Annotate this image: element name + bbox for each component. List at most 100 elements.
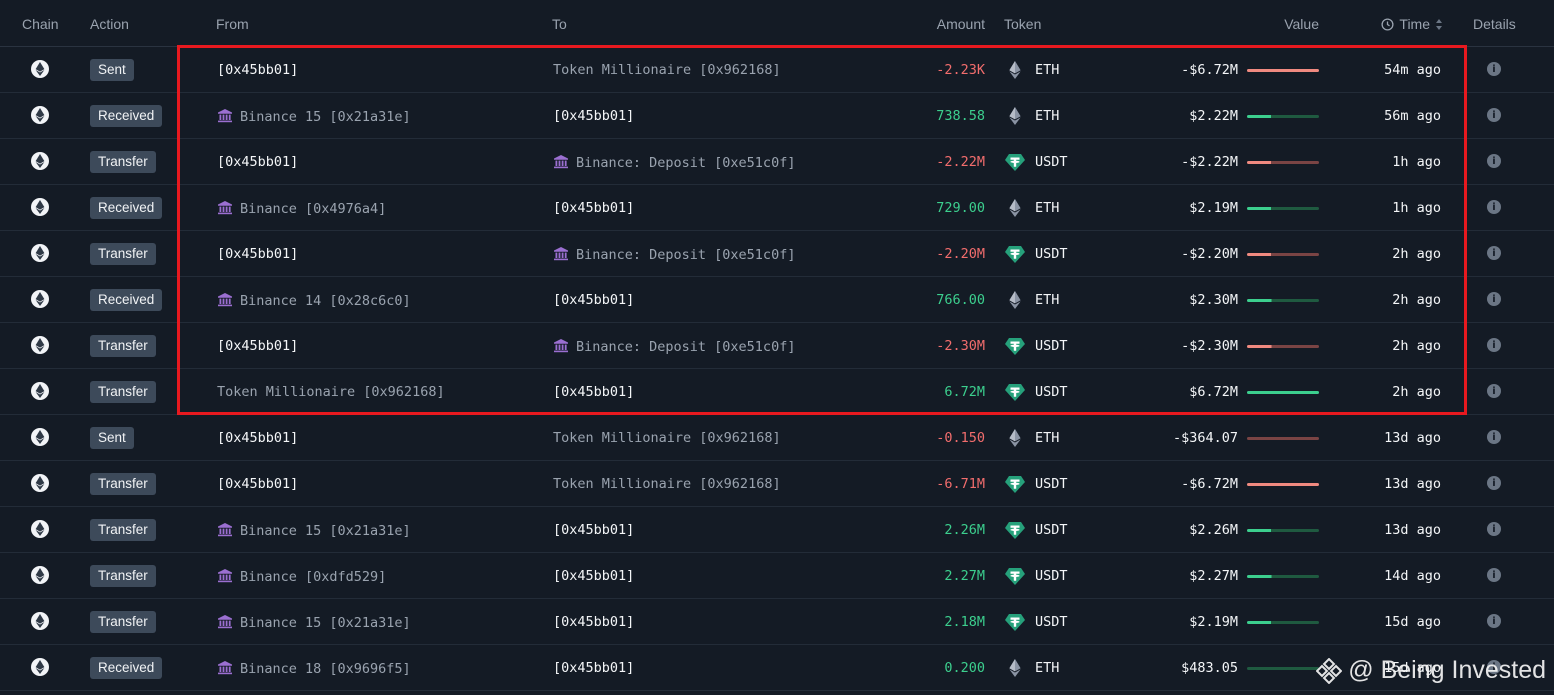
- chain-cell[interactable]: [27, 244, 53, 262]
- table-row[interactable]: Transfer [0x45bb01] Token Millionaire [0…: [0, 461, 1554, 507]
- info-icon[interactable]: i: [1487, 384, 1501, 398]
- info-icon[interactable]: i: [1487, 246, 1501, 260]
- info-icon[interactable]: i: [1487, 338, 1501, 352]
- to-address[interactable]: [0x45bb01]: [553, 384, 634, 400]
- info-icon[interactable]: i: [1487, 292, 1501, 306]
- info-icon[interactable]: i: [1487, 154, 1501, 168]
- chain-cell[interactable]: [27, 520, 53, 538]
- from-address[interactable]: [0x45bb01]: [217, 430, 298, 446]
- token-cell[interactable]: USDT: [1004, 474, 1068, 494]
- header-token[interactable]: Token: [1004, 16, 1041, 32]
- from-address[interactable]: [0x45bb01]: [217, 338, 298, 354]
- table-row[interactable]: Transfer [0x45bb01] Binance: Deposit [0x…: [0, 139, 1554, 185]
- token-cell[interactable]: USDT: [1004, 520, 1068, 540]
- details-cell[interactable]: i: [1487, 108, 1501, 122]
- from-address[interactable]: Binance [0x4976a4]: [217, 200, 386, 217]
- chain-cell[interactable]: [27, 336, 53, 354]
- token-cell[interactable]: USDT: [1004, 152, 1068, 172]
- table-row[interactable]: Received Binance 15 [0x21a31e] [0x45bb01…: [0, 93, 1554, 139]
- info-icon[interactable]: i: [1487, 108, 1501, 122]
- table-row[interactable]: Received Binance 14 [0x28c6c0] [0x45bb01…: [0, 277, 1554, 323]
- info-icon[interactable]: i: [1487, 522, 1501, 536]
- from-address[interactable]: Binance 15 [0x21a31e]: [217, 522, 411, 539]
- token-cell[interactable]: USDT: [1004, 244, 1068, 264]
- token-cell[interactable]: ETH: [1004, 106, 1059, 126]
- details-cell[interactable]: i: [1487, 430, 1501, 444]
- info-icon[interactable]: i: [1487, 62, 1501, 76]
- to-address[interactable]: [0x45bb01]: [553, 200, 634, 216]
- header-to[interactable]: To: [552, 16, 567, 32]
- header-amount[interactable]: Amount: [937, 16, 985, 32]
- table-row[interactable]: Transfer [0x45bb01] Binance: Deposit [0x…: [0, 231, 1554, 277]
- header-action[interactable]: Action: [90, 16, 129, 32]
- chain-cell[interactable]: [27, 382, 53, 400]
- from-address[interactable]: Binance 18 [0x9696f5]: [217, 660, 411, 677]
- token-cell[interactable]: USDT: [1004, 382, 1068, 402]
- sort-icon[interactable]: [1435, 18, 1443, 31]
- to-address[interactable]: [0x45bb01]: [553, 568, 634, 584]
- info-icon[interactable]: i: [1487, 200, 1501, 214]
- from-address[interactable]: [0x45bb01]: [217, 246, 298, 262]
- to-address[interactable]: [0x45bb01]: [553, 660, 634, 676]
- chain-cell[interactable]: [27, 612, 53, 630]
- token-cell[interactable]: USDT: [1004, 612, 1068, 632]
- chain-cell[interactable]: [27, 658, 53, 676]
- chain-cell[interactable]: [27, 474, 53, 492]
- to-address[interactable]: [0x45bb01]: [553, 108, 634, 124]
- to-address[interactable]: [0x45bb01]: [553, 292, 634, 308]
- table-row[interactable]: Transfer Token Millionaire [0x962168] [0…: [0, 369, 1554, 415]
- details-cell[interactable]: i: [1487, 62, 1501, 76]
- info-icon[interactable]: i: [1487, 476, 1501, 490]
- token-cell[interactable]: ETH: [1004, 60, 1059, 80]
- table-row[interactable]: Received Binance [0x4976a4] [0x45bb01] 7…: [0, 185, 1554, 231]
- from-address[interactable]: Binance 14 [0x28c6c0]: [217, 292, 411, 309]
- table-row[interactable]: Transfer [0x45bb01] Binance: Deposit [0x…: [0, 323, 1554, 369]
- from-address[interactable]: Token Millionaire [0x962168]: [217, 384, 445, 400]
- from-address[interactable]: [0x45bb01]: [217, 476, 298, 492]
- to-address[interactable]: Token Millionaire [0x962168]: [553, 430, 781, 446]
- info-icon[interactable]: i: [1487, 430, 1501, 444]
- details-cell[interactable]: i: [1487, 568, 1501, 582]
- to-address[interactable]: [0x45bb01]: [553, 614, 634, 630]
- header-time[interactable]: Time: [1381, 16, 1443, 32]
- to-address[interactable]: Token Millionaire [0x962168]: [553, 476, 781, 492]
- chain-cell[interactable]: [27, 566, 53, 584]
- chain-cell[interactable]: [27, 198, 53, 216]
- details-cell[interactable]: i: [1487, 614, 1501, 628]
- from-address[interactable]: [0x45bb01]: [217, 154, 298, 170]
- chain-cell[interactable]: [27, 60, 53, 78]
- info-icon[interactable]: i: [1487, 614, 1501, 628]
- token-cell[interactable]: ETH: [1004, 290, 1059, 310]
- to-address[interactable]: Binance: Deposit [0xe51c0f]: [553, 246, 795, 263]
- from-address[interactable]: Binance 15 [0x21a31e]: [217, 108, 411, 125]
- to-address[interactable]: [0x45bb01]: [553, 522, 634, 538]
- table-row[interactable]: Transfer Binance 15 [0x21a31e] [0x45bb01…: [0, 599, 1554, 645]
- to-address[interactable]: Binance: Deposit [0xe51c0f]: [553, 154, 795, 171]
- info-icon[interactable]: i: [1487, 568, 1501, 582]
- details-cell[interactable]: i: [1487, 200, 1501, 214]
- chain-cell[interactable]: [27, 428, 53, 446]
- token-cell[interactable]: ETH: [1004, 198, 1059, 218]
- details-cell[interactable]: i: [1487, 522, 1501, 536]
- chain-cell[interactable]: [27, 106, 53, 124]
- from-address[interactable]: Binance [0xdfd529]: [217, 568, 386, 585]
- details-cell[interactable]: i: [1487, 338, 1501, 352]
- token-cell[interactable]: ETH: [1004, 428, 1059, 448]
- to-address[interactable]: Token Millionaire [0x962168]: [553, 62, 781, 78]
- chain-cell[interactable]: [27, 290, 53, 308]
- header-chain[interactable]: Chain: [22, 16, 59, 32]
- header-value[interactable]: Value: [1284, 16, 1319, 32]
- chain-cell[interactable]: [27, 152, 53, 170]
- to-address[interactable]: Binance: Deposit [0xe51c0f]: [553, 338, 795, 355]
- from-address[interactable]: Binance 15 [0x21a31e]: [217, 614, 411, 631]
- table-row[interactable]: Transfer Binance [0xdfd529] [0x45bb01] 2…: [0, 553, 1554, 599]
- table-row[interactable]: Sent [0x45bb01] Token Millionaire [0x962…: [0, 47, 1554, 93]
- details-cell[interactable]: i: [1487, 292, 1501, 306]
- details-cell[interactable]: i: [1487, 154, 1501, 168]
- token-cell[interactable]: USDT: [1004, 566, 1068, 586]
- details-cell[interactable]: i: [1487, 246, 1501, 260]
- from-address[interactable]: [0x45bb01]: [217, 62, 298, 78]
- details-cell[interactable]: i: [1487, 476, 1501, 490]
- token-cell[interactable]: ETH: [1004, 658, 1059, 678]
- table-row[interactable]: Sent [0x45bb01] Token Millionaire [0x962…: [0, 415, 1554, 461]
